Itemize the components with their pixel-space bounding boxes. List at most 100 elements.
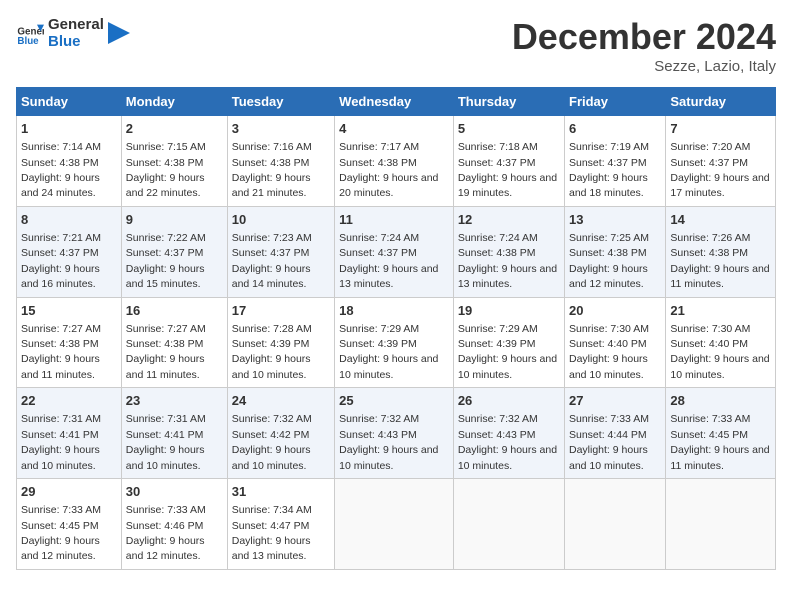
day-cell: 27 Sunrise: 7:33 AMSunset: 4:44 PMDaylig… [565,388,666,479]
day-cell: 29 Sunrise: 7:33 AMSunset: 4:45 PMDaylig… [17,479,122,570]
day-number: 24 [232,392,330,410]
col-header-saturday: Saturday [666,88,776,116]
day-number: 18 [339,302,449,320]
day-number: 3 [232,120,330,138]
day-info: Sunrise: 7:22 AMSunset: 4:37 PMDaylight:… [126,232,206,290]
logo-blue: Blue [48,33,104,50]
day-number: 4 [339,120,449,138]
svg-text:Blue: Blue [17,36,39,47]
day-info: Sunrise: 7:33 AMSunset: 4:46 PMDaylight:… [126,504,206,562]
day-cell: 19 Sunrise: 7:29 AMSunset: 4:39 PMDaylig… [453,297,564,388]
week-row-2: 8 Sunrise: 7:21 AMSunset: 4:37 PMDayligh… [17,206,776,297]
day-info: Sunrise: 7:28 AMSunset: 4:39 PMDaylight:… [232,323,312,381]
day-number: 31 [232,483,330,501]
day-number: 2 [126,120,223,138]
day-number: 26 [458,392,560,410]
day-number: 1 [21,120,117,138]
day-cell: 7 Sunrise: 7:20 AMSunset: 4:37 PMDayligh… [666,116,776,207]
day-number: 6 [569,120,661,138]
day-number: 29 [21,483,117,501]
day-cell: 11 Sunrise: 7:24 AMSunset: 4:37 PMDaylig… [335,206,454,297]
day-number: 13 [569,211,661,229]
day-number: 12 [458,211,560,229]
day-info: Sunrise: 7:27 AMSunset: 4:38 PMDaylight:… [21,323,101,381]
day-cell: 22 Sunrise: 7:31 AMSunset: 4:41 PMDaylig… [17,388,122,479]
header: General Blue General Blue December 2024 … [16,16,776,75]
day-number: 21 [670,302,771,320]
day-info: Sunrise: 7:31 AMSunset: 4:41 PMDaylight:… [21,413,101,471]
day-info: Sunrise: 7:30 AMSunset: 4:40 PMDaylight:… [569,323,649,381]
day-info: Sunrise: 7:24 AMSunset: 4:37 PMDaylight:… [339,232,438,290]
day-cell: 6 Sunrise: 7:19 AMSunset: 4:37 PMDayligh… [565,116,666,207]
day-cell: 17 Sunrise: 7:28 AMSunset: 4:39 PMDaylig… [227,297,334,388]
day-number: 8 [21,211,117,229]
day-info: Sunrise: 7:32 AMSunset: 4:43 PMDaylight:… [458,413,557,471]
day-info: Sunrise: 7:15 AMSunset: 4:38 PMDaylight:… [126,141,206,199]
week-row-4: 22 Sunrise: 7:31 AMSunset: 4:41 PMDaylig… [17,388,776,479]
header-row: SundayMondayTuesdayWednesdayThursdayFrid… [17,88,776,116]
day-cell: 23 Sunrise: 7:31 AMSunset: 4:41 PMDaylig… [121,388,227,479]
day-info: Sunrise: 7:29 AMSunset: 4:39 PMDaylight:… [458,323,557,381]
day-cell: 30 Sunrise: 7:33 AMSunset: 4:46 PMDaylig… [121,479,227,570]
day-number: 14 [670,211,771,229]
day-info: Sunrise: 7:33 AMSunset: 4:45 PMDaylight:… [21,504,101,562]
day-number: 16 [126,302,223,320]
day-info: Sunrise: 7:27 AMSunset: 4:38 PMDaylight:… [126,323,206,381]
day-cell [565,479,666,570]
day-info: Sunrise: 7:32 AMSunset: 4:43 PMDaylight:… [339,413,438,471]
day-info: Sunrise: 7:20 AMSunset: 4:37 PMDaylight:… [670,141,769,199]
location-subtitle: Sezze, Lazio, Italy [512,58,776,75]
day-info: Sunrise: 7:17 AMSunset: 4:38 PMDaylight:… [339,141,438,199]
day-info: Sunrise: 7:16 AMSunset: 4:38 PMDaylight:… [232,141,312,199]
day-info: Sunrise: 7:30 AMSunset: 4:40 PMDaylight:… [670,323,769,381]
day-cell: 24 Sunrise: 7:32 AMSunset: 4:42 PMDaylig… [227,388,334,479]
day-number: 19 [458,302,560,320]
day-cell: 18 Sunrise: 7:29 AMSunset: 4:39 PMDaylig… [335,297,454,388]
day-number: 28 [670,392,771,410]
day-cell: 12 Sunrise: 7:24 AMSunset: 4:38 PMDaylig… [453,206,564,297]
day-cell: 25 Sunrise: 7:32 AMSunset: 4:43 PMDaylig… [335,388,454,479]
day-number: 10 [232,211,330,229]
day-number: 20 [569,302,661,320]
day-info: Sunrise: 7:14 AMSunset: 4:38 PMDaylight:… [21,141,101,199]
day-info: Sunrise: 7:34 AMSunset: 4:47 PMDaylight:… [232,504,312,562]
day-info: Sunrise: 7:26 AMSunset: 4:38 PMDaylight:… [670,232,769,290]
day-cell: 5 Sunrise: 7:18 AMSunset: 4:37 PMDayligh… [453,116,564,207]
day-number: 25 [339,392,449,410]
day-cell: 21 Sunrise: 7:30 AMSunset: 4:40 PMDaylig… [666,297,776,388]
day-info: Sunrise: 7:18 AMSunset: 4:37 PMDaylight:… [458,141,557,199]
col-header-friday: Friday [565,88,666,116]
day-info: Sunrise: 7:32 AMSunset: 4:42 PMDaylight:… [232,413,312,471]
day-info: Sunrise: 7:23 AMSunset: 4:37 PMDaylight:… [232,232,312,290]
week-row-3: 15 Sunrise: 7:27 AMSunset: 4:38 PMDaylig… [17,297,776,388]
day-number: 23 [126,392,223,410]
day-cell: 1 Sunrise: 7:14 AMSunset: 4:38 PMDayligh… [17,116,122,207]
day-cell: 4 Sunrise: 7:17 AMSunset: 4:38 PMDayligh… [335,116,454,207]
col-header-sunday: Sunday [17,88,122,116]
day-cell: 14 Sunrise: 7:26 AMSunset: 4:38 PMDaylig… [666,206,776,297]
day-cell: 31 Sunrise: 7:34 AMSunset: 4:47 PMDaylig… [227,479,334,570]
day-cell: 16 Sunrise: 7:27 AMSunset: 4:38 PMDaylig… [121,297,227,388]
day-number: 30 [126,483,223,501]
day-info: Sunrise: 7:21 AMSunset: 4:37 PMDaylight:… [21,232,101,290]
logo-arrow-icon [108,22,130,44]
day-number: 27 [569,392,661,410]
month-title: December 2024 [512,16,776,58]
col-header-monday: Monday [121,88,227,116]
day-number: 17 [232,302,330,320]
day-info: Sunrise: 7:31 AMSunset: 4:41 PMDaylight:… [126,413,206,471]
day-cell: 26 Sunrise: 7:32 AMSunset: 4:43 PMDaylig… [453,388,564,479]
day-number: 22 [21,392,117,410]
day-cell: 20 Sunrise: 7:30 AMSunset: 4:40 PMDaylig… [565,297,666,388]
day-cell [666,479,776,570]
day-cell: 13 Sunrise: 7:25 AMSunset: 4:38 PMDaylig… [565,206,666,297]
day-cell: 28 Sunrise: 7:33 AMSunset: 4:45 PMDaylig… [666,388,776,479]
day-cell: 3 Sunrise: 7:16 AMSunset: 4:38 PMDayligh… [227,116,334,207]
day-number: 5 [458,120,560,138]
day-info: Sunrise: 7:25 AMSunset: 4:38 PMDaylight:… [569,232,649,290]
day-cell: 10 Sunrise: 7:23 AMSunset: 4:37 PMDaylig… [227,206,334,297]
logo: General Blue General Blue [16,16,130,50]
day-cell: 8 Sunrise: 7:21 AMSunset: 4:37 PMDayligh… [17,206,122,297]
day-number: 15 [21,302,117,320]
col-header-tuesday: Tuesday [227,88,334,116]
